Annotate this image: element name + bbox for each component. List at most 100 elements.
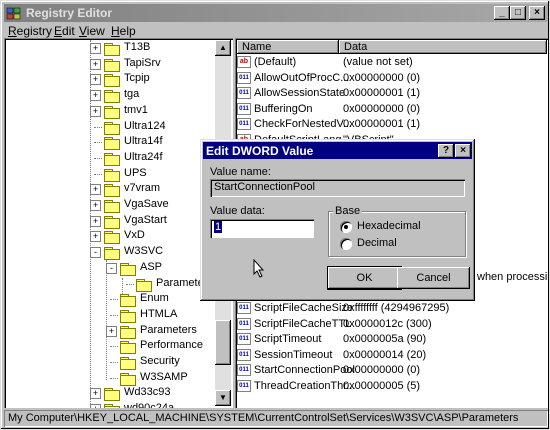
value-name: ThreadCreationThr... (254, 379, 356, 392)
radio-hexadecimal-label[interactable]: Hexadecimal (357, 220, 421, 232)
ok-button[interactable]: OK (327, 266, 402, 290)
value-row[interactable]: 011 ScriptFileCacheSize 0xffffffff (429496… (237, 301, 545, 316)
minimize-button[interactable]: _ (494, 6, 510, 20)
value-name-field: StartConnectionPool (210, 179, 465, 197)
tree-item[interactable]: Ultra124 (4, 119, 214, 135)
value-row[interactable]: 011 ThreadCreationThr... 0x00000005 (5) (237, 379, 545, 394)
folder-icon (120, 309, 136, 323)
value-row[interactable]: 011 AllowOutOfProcC... 0x00000000 (0) (237, 71, 545, 86)
binary-value-icon: 011 (237, 333, 251, 345)
radio-decimal-label[interactable]: Decimal (357, 237, 397, 249)
column-header-name[interactable]: Name (237, 40, 339, 54)
folder-icon (136, 278, 152, 292)
close-button[interactable]: × (529, 6, 545, 20)
scroll-down-button[interactable]: ▼ (215, 390, 231, 406)
value-row[interactable]: ab (Default) (value not set) (237, 55, 545, 70)
tree-pane[interactable]: + T13B + TapiSrv + Tcpip + tga + tmv1 Ultra124 Ultr… (4, 38, 233, 408)
tree-item[interactable]: - ASP (4, 260, 214, 276)
menu-registry[interactable]: Registry (8, 24, 52, 38)
tree-item[interactable]: Performance (4, 338, 214, 355)
value-name: (Default) (254, 56, 297, 68)
value-row[interactable]: 011 BufferingOn 0x00000000 (0) (237, 102, 545, 117)
value-name: SessionTimeout (254, 348, 333, 361)
hidden-value-fragment: when processing (477, 271, 548, 283)
tree-item-label: VxD (124, 229, 145, 242)
tree-item[interactable]: + VgaStart (4, 213, 214, 229)
tree-item-label: UPS (124, 166, 147, 179)
tree-item[interactable]: + Parameters (4, 323, 214, 339)
dialog-title-bar[interactable]: Edit DWORD Value ? × (203, 142, 472, 159)
scroll-up-button[interactable]: ▲ (215, 40, 231, 56)
binary-value-icon: 011 (237, 317, 251, 330)
tree-connector (94, 173, 102, 176)
value-row[interactable]: 011 ScriptFileCacheTTL 0x0000012c (300) (237, 317, 545, 332)
tree-item[interactable]: Ultra14f (4, 134, 214, 151)
dialog-close-button[interactable]: × (455, 144, 471, 158)
binary-value-icon: 011 (237, 87, 251, 99)
tree-item[interactable]: + v7vram (4, 181, 214, 198)
binary-value-icon: 011 (237, 379, 251, 392)
folder-icon (104, 121, 120, 135)
tree-item-label: Parameters (140, 323, 197, 336)
tree-connector (94, 157, 102, 160)
tree-item[interactable]: + T13B (4, 40, 214, 56)
tree-item[interactable]: Ultra24f (4, 150, 214, 166)
tree-item[interactable]: + VgaSave (4, 197, 214, 213)
tree-item-label: Ultra24f (124, 150, 163, 163)
radio-hexadecimal[interactable] (340, 221, 352, 233)
tree-item-label: Tcpip (124, 72, 150, 85)
binary-value-icon: 011 (237, 71, 251, 84)
value-name: ScriptFileCacheSize (254, 302, 354, 314)
folder-icon (120, 293, 136, 308)
menu-view[interactable]: View (79, 24, 105, 38)
tree-item[interactable]: +wd90c24a (4, 401, 214, 408)
tree-item[interactable]: + Wd33c93 (4, 385, 214, 402)
tree-item-label: tga (124, 88, 140, 101)
folder-icon (120, 372, 136, 386)
folder-icon (120, 340, 136, 355)
binary-value-icon: 011 (237, 102, 251, 115)
tree-item[interactable]: + tmv1 (4, 103, 214, 119)
value-row[interactable]: 011 AllowSessionState 0x00000001 (1) (237, 86, 545, 101)
title-bar[interactable]: Registry Editor _ □ × (4, 4, 548, 22)
folder-icon (120, 325, 136, 339)
tree-item[interactable]: + TapiSrv (4, 56, 214, 72)
status-bar: My Computer\HKEY_LOCAL_MACHINE\SYSTEM\Cu… (4, 410, 548, 427)
tree-item[interactable]: UPS (4, 166, 214, 182)
radio-selected-dot (344, 225, 348, 229)
binary-value-icon: 011 (237, 302, 251, 314)
maximize-button[interactable]: □ (510, 6, 526, 20)
folder-icon (104, 73, 120, 88)
close-icon: × (460, 145, 466, 156)
value-row[interactable]: 011 ScriptTimeout 0x0000005a (90) (237, 332, 545, 347)
value-row[interactable]: 011 StartConnectionPool 0x00000000 (0) (237, 363, 545, 378)
window-title: Registry Editor (26, 6, 113, 20)
tree-guide-line (90, 40, 92, 408)
tree-item[interactable]: + VxD (4, 228, 214, 245)
cancel-button[interactable]: Cancel (397, 267, 470, 289)
menu-help[interactable]: Help (111, 24, 136, 38)
value-data: (value not set) (343, 56, 413, 68)
value-data-input[interactable]: 1 (210, 219, 314, 238)
tree-item[interactable]: Enum (4, 291, 214, 308)
scroll-thumb[interactable] (215, 320, 231, 365)
radio-decimal[interactable] (340, 238, 352, 250)
tree-item[interactable]: + tga (4, 87, 214, 104)
value-data: 0x00000005 (5) (343, 379, 421, 392)
tree-item[interactable]: Parameters (4, 276, 214, 292)
tree-item[interactable]: W3SAMP (4, 370, 214, 386)
dialog-help-button[interactable]: ? (438, 144, 454, 158)
tree-guide-line (122, 278, 124, 294)
value-name: StartConnectionPool (254, 364, 355, 376)
tree-item[interactable]: HTMLA (4, 307, 214, 323)
column-header-data[interactable]: Data (339, 40, 547, 54)
value-data: 0x0000012c (300) (343, 317, 432, 330)
tree-item[interactable]: + Tcpip (4, 71, 214, 88)
value-row[interactable]: 011 CheckForNestedV... 0x00000001 (1) (237, 117, 545, 132)
menu-edit[interactable]: Edit (54, 24, 75, 38)
value-row[interactable]: 011 SessionTimeout 0x00000014 (20) (237, 348, 545, 363)
folder-icon (104, 230, 120, 245)
value-data-text: 1 (214, 221, 223, 233)
tree-item[interactable]: Security (4, 354, 214, 370)
tree-item[interactable]: - W3SVC (4, 244, 214, 261)
